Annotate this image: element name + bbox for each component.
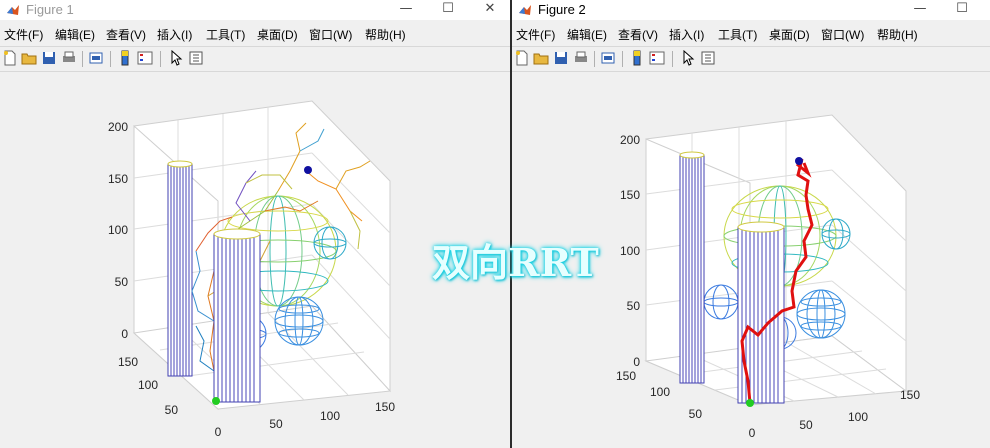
depth-tick-label: 100 (138, 378, 158, 392)
save-icon[interactable] (41, 50, 57, 66)
menu-tools[interactable]: 工具(T) (206, 26, 245, 43)
minimize-button[interactable]: — (386, 0, 426, 20)
toolbar-separator (594, 51, 595, 67)
print-preview-icon[interactable] (600, 50, 616, 66)
toolbar-separator (110, 51, 111, 67)
menu-insert[interactable]: 插入(I) (669, 26, 704, 43)
menu-file[interactable]: 文件(F) (516, 26, 555, 43)
pointer-icon[interactable] (680, 50, 696, 66)
menu-view[interactable]: 查看(V) (618, 26, 658, 43)
menu-bar: 文件(F) 编辑(E) 查看(V) 插入(I) 工具(T) 桌面(D) 窗口(W… (512, 22, 990, 46)
x-tick-label: 100 (320, 409, 340, 423)
depth-tick-label: 100 (650, 385, 670, 399)
x-tick-label: 50 (799, 418, 813, 432)
depth-tick-label: 150 (616, 369, 636, 383)
pointer-icon[interactable] (168, 50, 184, 66)
menu-edit[interactable]: 编辑(E) (55, 26, 95, 43)
z-tick-label: 150 (620, 188, 640, 202)
z-tick-label: 0 (633, 355, 640, 369)
start-point (746, 399, 754, 407)
obstacle-cylinder (737, 221, 785, 404)
depth-tick-label: 50 (689, 407, 703, 421)
property-editor-icon[interactable] (188, 50, 204, 66)
menu-insert[interactable]: 插入(I) (157, 26, 192, 43)
z-tick-labels: 0 50 100 150 200 (620, 133, 640, 369)
menu-view[interactable]: 查看(V) (106, 26, 146, 43)
menu-desktop[interactable]: 桌面(D) (257, 26, 298, 43)
menu-help[interactable]: 帮助(H) (877, 26, 918, 43)
new-figure-icon[interactable] (2, 50, 18, 66)
property-editor-icon[interactable] (700, 50, 716, 66)
open-file-icon[interactable] (533, 50, 549, 66)
maximize-button[interactable]: ☐ (428, 0, 468, 20)
figure-2-window: Figure 2 — ☐ 文件(F) 编辑(E) 查看(V) 插入(I) 工具(… (512, 0, 990, 448)
depth-tick-label: 50 (165, 403, 179, 417)
overlay-caption: 双向RRT (432, 240, 599, 285)
menu-window[interactable]: 窗口(W) (821, 26, 864, 43)
x-tick-label: 0 (215, 425, 222, 439)
z-tick-label: 200 (108, 120, 128, 134)
menu-file[interactable]: 文件(F) (4, 26, 43, 43)
toolbar-separator (82, 51, 83, 67)
print-preview-icon[interactable] (88, 50, 104, 66)
menu-edit[interactable]: 编辑(E) (567, 26, 607, 43)
toolbar (0, 46, 510, 72)
print-icon[interactable] (573, 50, 589, 66)
close-button[interactable]: ✕ (470, 0, 510, 20)
menu-window[interactable]: 窗口(W) (309, 26, 352, 43)
figure-1-window: Figure 1 — ☐ ✕ 文件(F) 编辑(E) 查看(V) 插入(I) 工… (0, 0, 510, 448)
title-bar[interactable]: Figure 1 — ☐ ✕ (0, 0, 510, 20)
title-bar[interactable]: Figure 2 — ☐ (512, 0, 990, 20)
minimize-button[interactable]: — (900, 0, 940, 20)
colorbar-icon[interactable] (117, 50, 133, 66)
depth-tick-label: 150 (118, 355, 138, 369)
goal-point (304, 166, 312, 174)
legend-icon[interactable] (649, 50, 665, 66)
legend-icon[interactable] (137, 50, 153, 66)
save-icon[interactable] (553, 50, 569, 66)
obstacle-cylinder (213, 228, 261, 403)
open-file-icon[interactable] (21, 50, 37, 66)
menu-tools[interactable]: 工具(T) (718, 26, 757, 43)
x-tick-label: 150 (900, 388, 920, 402)
window-title: Figure 1 (26, 2, 74, 17)
toolbar-separator (672, 51, 673, 67)
window-title: Figure 2 (538, 2, 586, 17)
x-tick-label: 0 (749, 426, 756, 440)
menu-help[interactable]: 帮助(H) (365, 26, 406, 43)
z-tick-label: 200 (620, 133, 640, 147)
maximize-button[interactable]: ☐ (942, 0, 982, 20)
toolbar-separator (622, 51, 623, 67)
matlab-logo-icon (7, 5, 19, 15)
colorbar-icon[interactable] (629, 50, 645, 66)
x-tick-label: 150 (375, 400, 395, 414)
toolbar (512, 46, 990, 72)
print-icon[interactable] (61, 50, 77, 66)
x-tick-label: 50 (269, 417, 283, 431)
x-tick-label: 100 (848, 410, 868, 424)
z-tick-label: 50 (115, 275, 129, 289)
z-tick-label: 100 (108, 223, 128, 237)
obstacle-cylinder (679, 151, 705, 384)
z-tick-label: 50 (627, 299, 641, 313)
toolbar-separator (160, 51, 161, 67)
menu-bar: 文件(F) 编辑(E) 查看(V) 插入(I) 工具(T) 桌面(D) 窗口(W… (0, 22, 510, 46)
obstacle-cylinder (167, 160, 193, 377)
z-tick-label: 150 (108, 172, 128, 186)
matlab-logo-icon (519, 5, 531, 15)
menu-desktop[interactable]: 桌面(D) (769, 26, 810, 43)
z-tick-label: 0 (121, 327, 128, 341)
new-figure-icon[interactable] (514, 50, 530, 66)
z-tick-label: 100 (620, 244, 640, 258)
goal-point (795, 157, 803, 165)
start-point (212, 397, 220, 405)
z-tick-labels: 0 50 100 150 200 (108, 120, 128, 341)
